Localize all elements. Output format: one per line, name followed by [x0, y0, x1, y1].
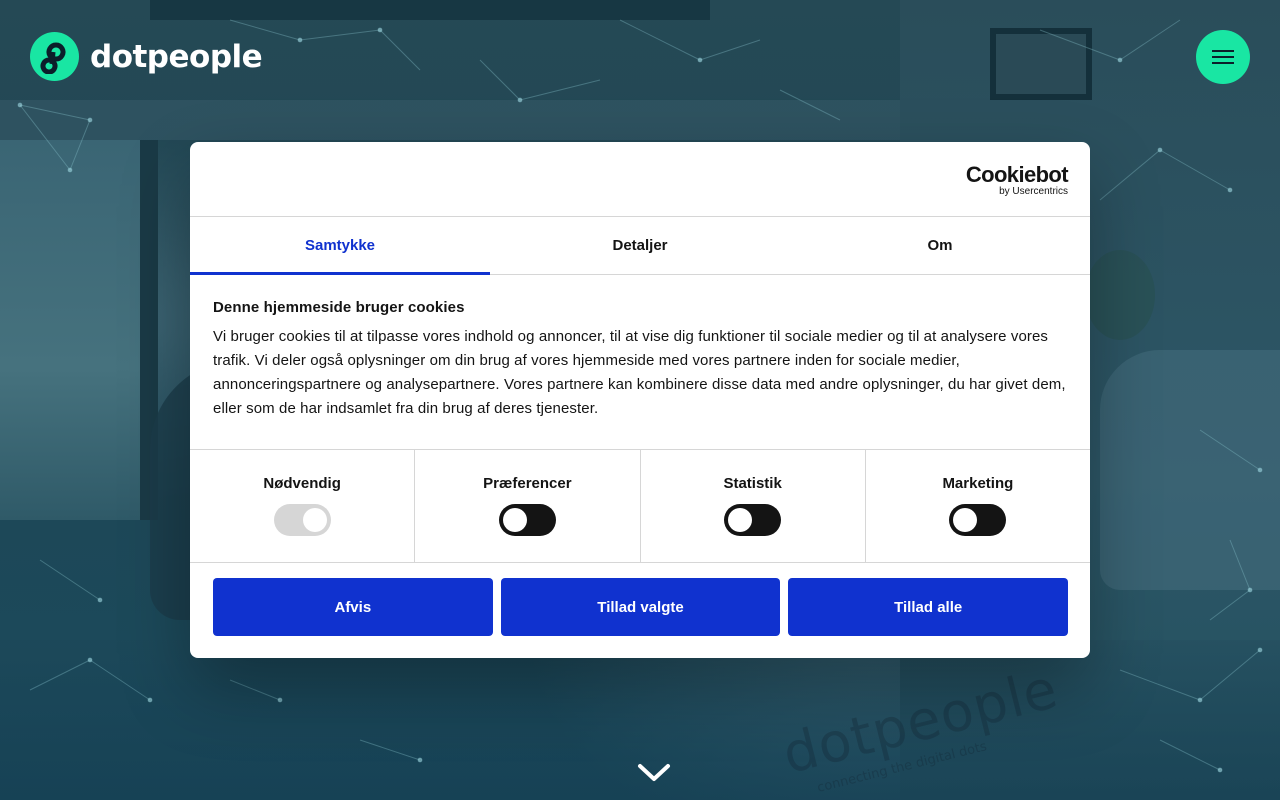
dialog-tabs: Samtykke Detaljer Om — [190, 217, 1090, 275]
reject-button[interactable]: Afvis — [213, 578, 493, 636]
menu-button[interactable] — [1196, 30, 1250, 84]
dialog-description: Vi bruger cookies til at tilpasse vores … — [213, 328, 1066, 417]
toggle-praeferencer[interactable] — [498, 504, 556, 536]
cookiebot-logo-byline: by Usercentrics — [999, 186, 1068, 197]
category-label: Statistik — [723, 475, 782, 492]
toggle-knob — [502, 508, 527, 532]
dialog-actions: Afvis Tillad valgte Tillad alle — [190, 563, 1090, 636]
dialog-header: Cookiebot by Usercentrics — [190, 142, 1090, 217]
cookiebot-logo[interactable]: Cookiebot by Usercentrics — [965, 162, 1069, 198]
site-logo-text: dotpeople — [90, 38, 263, 75]
toggle-marketing[interactable] — [949, 504, 1007, 536]
cookiebot-logo-name: Cookiebot — [965, 162, 1069, 187]
toggle-nodvendig — [273, 504, 331, 536]
toggle-knob — [953, 508, 978, 532]
toggle-knob — [302, 508, 327, 532]
dialog-body: Denne hjemmeside bruger cookies Vi bruge… — [190, 275, 1090, 450]
category-marketing: Marketing — [866, 450, 1090, 562]
consent-categories: Nødvendig Præferencer Statistik Marketin… — [190, 450, 1090, 563]
dialog-title: Denne hjemmeside bruger cookies — [213, 299, 465, 316]
scroll-down-button[interactable] — [637, 760, 671, 784]
tab-detaljer[interactable]: Detaljer — [490, 217, 790, 274]
chevron-down-icon — [638, 764, 670, 781]
dotpeople-logo-icon — [30, 32, 79, 81]
toggle-statistik[interactable] — [724, 504, 782, 536]
category-nodvendig: Nødvendig — [190, 450, 416, 562]
allow-all-button[interactable]: Tillad alle — [788, 578, 1069, 636]
allow-selected-button[interactable]: Tillad valgte — [500, 578, 781, 636]
category-label: Marketing — [942, 475, 1014, 492]
category-label: Præferencer — [483, 475, 572, 492]
site-logo[interactable]: dotpeople — [30, 32, 263, 81]
category-praeferencer: Præferencer — [415, 450, 641, 562]
tab-samtykke[interactable]: Samtykke — [190, 217, 490, 275]
tab-om[interactable]: Om — [790, 217, 1090, 274]
category-statistik: Statistik — [641, 450, 866, 562]
cookie-consent-dialog: Cookiebot by Usercentrics Samtykke Detal… — [190, 142, 1090, 658]
hamburger-menu-icon — [1212, 50, 1234, 64]
toggle-knob — [728, 508, 753, 532]
category-label: Nødvendig — [263, 475, 341, 492]
